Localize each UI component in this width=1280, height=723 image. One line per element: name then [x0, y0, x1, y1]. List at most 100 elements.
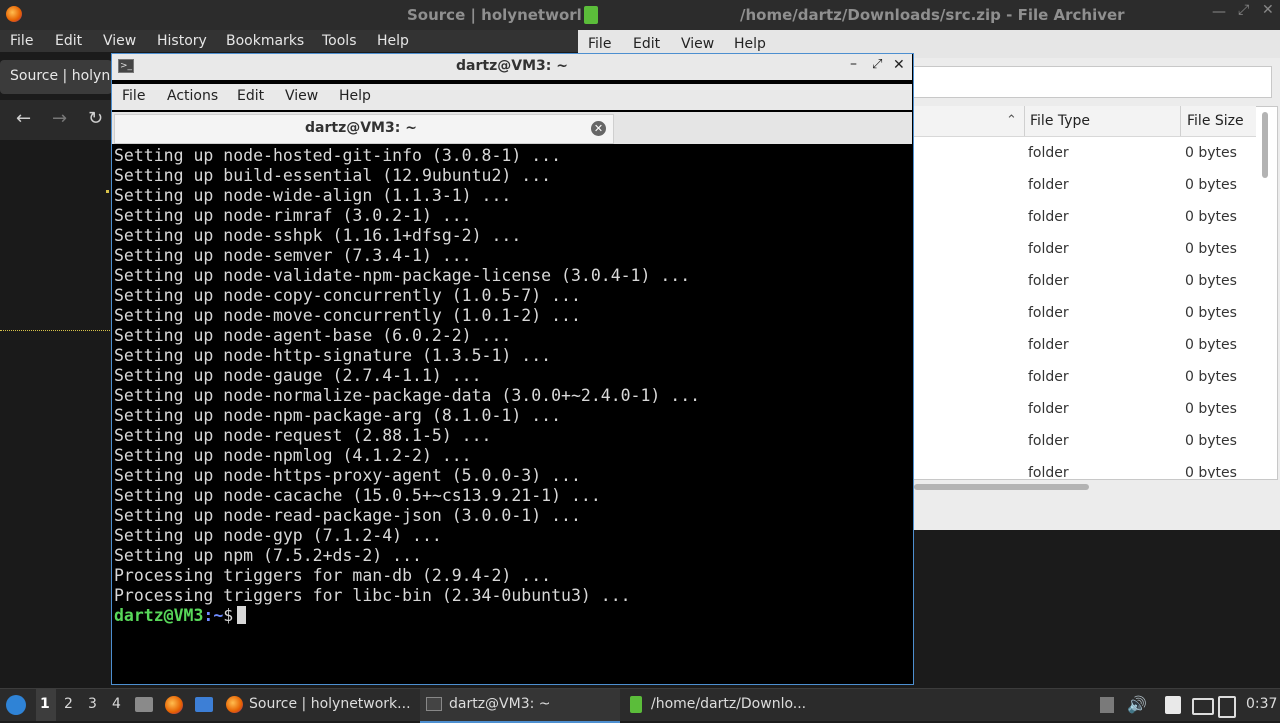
file-type-cell: folder	[1028, 241, 1069, 257]
terminal-title-bar[interactable]: >_ dartz@VM3: ~ – ⤢ ✕	[112, 54, 912, 80]
menu-history[interactable]: History	[157, 33, 207, 49]
terminal-menu-file[interactable]: File	[122, 88, 145, 104]
file-type-cell: folder	[1028, 465, 1069, 478]
task-archiver[interactable]: /home/dartz/Downlo...	[624, 689, 824, 721]
table-row[interactable]: folder 0 bytes	[912, 238, 1256, 270]
terminal-title: dartz@VM3: ~	[456, 58, 568, 74]
tray-clipboard-icon[interactable]	[1165, 696, 1181, 714]
file-size-cell: 0 bytes	[1185, 209, 1237, 225]
tab-close-icon[interactable]: ✕	[591, 121, 606, 136]
tray-display-icon[interactable]	[1192, 698, 1214, 715]
firefox-tab[interactable]: Source | holyne	[0, 60, 119, 94]
firefox-window-title: Source | holynetworl	[407, 6, 582, 24]
task-firefox-label: Source | holynetwork...	[249, 696, 411, 712]
terminal-line: Setting up node-https-proxy-agent (5.0.0…	[114, 466, 581, 485]
firefox-menubar: File Edit View History Bookmarks Tools H…	[0, 30, 578, 52]
table-row[interactable]: folder 0 bytes	[912, 334, 1256, 366]
table-row[interactable]: folder 0 bytes	[912, 206, 1256, 238]
terminal-line: Setting up node-wide-align (1.1.3-1) ...	[114, 186, 512, 205]
file-size-cell: 0 bytes	[1185, 369, 1237, 385]
table-row[interactable]: folder 0 bytes	[912, 430, 1256, 462]
menu-edit[interactable]: Edit	[55, 33, 82, 49]
network-icon[interactable]	[1218, 696, 1236, 718]
table-row[interactable]: folder 0 bytes	[912, 270, 1256, 302]
archiver-horizontal-scrollbar[interactable]	[914, 484, 1089, 490]
maximize-icon[interactable]: ⤢	[1238, 2, 1249, 18]
back-icon[interactable]: ←	[16, 108, 31, 129]
archiver-location-field[interactable]	[912, 66, 1272, 98]
tray-updates-icon[interactable]	[1100, 697, 1114, 713]
task-firefox-icon	[226, 696, 243, 713]
workspace-3[interactable]: 3	[88, 696, 97, 712]
menu-file[interactable]: File	[10, 33, 33, 49]
task-terminal[interactable]: dartz@VM3: ~	[420, 689, 620, 723]
volume-icon[interactable]: 🔊	[1127, 695, 1147, 714]
close-icon[interactable]: ✕	[1262, 2, 1274, 18]
terminal-minimize-icon[interactable]: –	[850, 56, 857, 72]
workspace-1[interactable]: 1	[40, 696, 50, 712]
menu-bookmarks[interactable]: Bookmarks	[226, 33, 304, 49]
archiver-menu-view[interactable]: View	[681, 36, 714, 52]
file-size-cell: 0 bytes	[1185, 177, 1237, 193]
archiver-list-header: ⌃ File Type File Size	[912, 106, 1256, 137]
terminal-line: Setting up node-validate-npm-package-lic…	[114, 266, 691, 285]
table-row[interactable]: folder 0 bytes	[912, 398, 1256, 430]
firefox-page-area	[0, 140, 112, 688]
terminal-close-icon[interactable]: ✕	[893, 57, 905, 73]
task-archiver-icon	[630, 696, 642, 713]
terminal-maximize-icon[interactable]: ⤢	[872, 57, 882, 72]
clock: 0:37	[1246, 696, 1278, 712]
terminal-line: Processing triggers for libc-bin (2.34-0…	[114, 586, 631, 605]
file-size-cell: 0 bytes	[1185, 337, 1237, 353]
archiver-window-title: /home/dartz/Downloads/src.zip - File Arc…	[740, 6, 1125, 24]
archiver-menu-file[interactable]: File	[588, 36, 611, 52]
start-menu-icon[interactable]	[6, 695, 26, 715]
minimize-icon[interactable]: —	[1212, 4, 1226, 20]
column-file-type[interactable]: File Type	[1030, 113, 1090, 129]
firefox-icon	[6, 6, 22, 22]
workspace-4[interactable]: 4	[112, 696, 121, 712]
page-dot	[106, 190, 109, 193]
file-size-cell: 0 bytes	[1185, 273, 1237, 289]
workspace-2[interactable]: 2	[64, 696, 73, 712]
file-type-cell: folder	[1028, 145, 1069, 161]
archiver-vertical-scrollbar[interactable]	[1262, 112, 1268, 178]
menu-help[interactable]: Help	[377, 33, 409, 49]
reload-icon[interactable]: ↻	[88, 108, 103, 129]
terminal-line: Setting up node-sshpk (1.16.1+dfsg-2) ..…	[114, 226, 522, 245]
firefox-nav-bar: ← → ↻	[0, 100, 112, 140]
terminal-line: Setting up node-request (2.88.1-5) ...	[114, 426, 492, 445]
show-desktop-icon[interactable]	[195, 697, 213, 712]
file-manager-launcher-icon[interactable]	[135, 697, 153, 712]
terminal-prompt-line[interactable]: dartz@VM3:~$	[114, 606, 910, 626]
background-title-bar: Source | holynetworl /home/dartz/Downloa…	[0, 0, 1280, 30]
archiver-menu-edit[interactable]: Edit	[633, 36, 660, 52]
table-row[interactable]: folder 0 bytes	[912, 366, 1256, 398]
table-row[interactable]: folder 0 bytes	[912, 142, 1256, 174]
terminal-tab[interactable]: dartz@VM3: ~ ✕	[114, 114, 614, 144]
terminal-menu-help[interactable]: Help	[339, 88, 371, 104]
column-file-size[interactable]: File Size	[1187, 113, 1244, 129]
terminal-line: Setting up node-gyp (7.1.2-4) ...	[114, 526, 442, 545]
sort-ascending-icon[interactable]: ⌃	[1006, 113, 1017, 128]
terminal-line: Setting up npm (7.5.2+ds-2) ...	[114, 546, 422, 565]
table-row[interactable]: folder 0 bytes	[912, 302, 1256, 334]
menu-view[interactable]: View	[103, 33, 136, 49]
task-firefox[interactable]: Source | holynetwork...	[222, 689, 418, 721]
firefox-launcher-icon[interactable]	[165, 696, 183, 714]
terminal-output[interactable]: Setting up node-hosted-git-info (3.0.8-1…	[114, 146, 910, 680]
terminal-line: Setting up node-normalize-package-data (…	[114, 386, 701, 405]
terminal-tab-bar: dartz@VM3: ~ ✕	[112, 112, 912, 144]
task-terminal-label: dartz@VM3: ~	[449, 696, 551, 712]
archiver-menu-help[interactable]: Help	[734, 36, 766, 52]
table-row[interactable]: folder 0 bytes	[912, 174, 1256, 206]
terminal-menu-edit[interactable]: Edit	[237, 88, 264, 104]
file-type-cell: folder	[1028, 369, 1069, 385]
terminal-menu-view[interactable]: View	[285, 88, 318, 104]
forward-icon[interactable]: →	[52, 108, 67, 129]
prompt-user: dartz@VM3	[114, 606, 204, 625]
menu-tools[interactable]: Tools	[322, 33, 357, 49]
file-size-cell: 0 bytes	[1185, 433, 1237, 449]
table-row[interactable]: folder 0 bytes	[912, 462, 1256, 478]
terminal-menu-actions[interactable]: Actions	[167, 88, 218, 104]
